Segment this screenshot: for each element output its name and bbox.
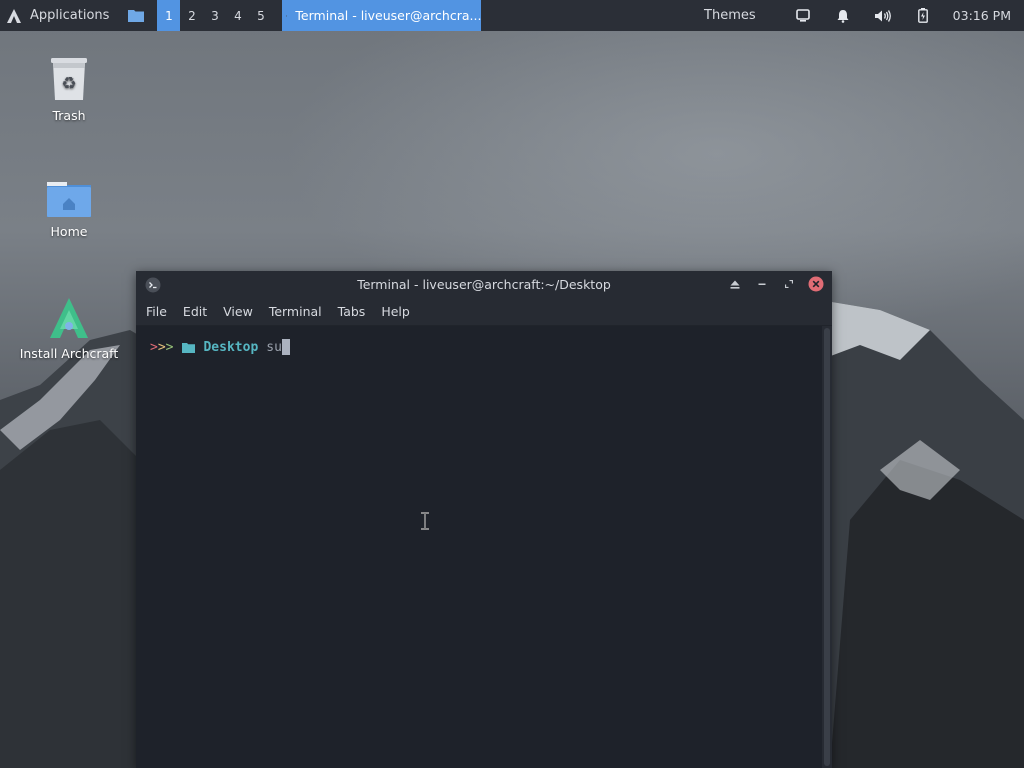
workspace-3[interactable]: 3 [203, 0, 226, 31]
applications-menu-button[interactable]: Applications [0, 0, 117, 31]
workspace-4[interactable]: 4 [226, 0, 249, 31]
trash-icon: ♻ [51, 58, 87, 100]
desktop-icon-label: Install Archcraft [19, 346, 119, 361]
svg-text:♻: ♻ [61, 74, 76, 94]
desktop-icon-label: Home [50, 224, 88, 239]
window-controls [716, 276, 824, 292]
folder-icon [128, 10, 145, 22]
command-input[interactable]: su [266, 340, 282, 355]
menu-tabs[interactable]: Tabs [330, 304, 374, 319]
terminal-scrollbar[interactable] [822, 326, 832, 768]
file-manager-launcher[interactable] [121, 0, 151, 31]
terminal-output-area[interactable]: >>> Desktop su [136, 326, 822, 768]
terminal-titlebar[interactable]: Terminal - liveuser@archcraft:~/Desktop [136, 271, 832, 298]
top-panel: Applications 1 2 3 4 5 Terminal - liveus… [0, 0, 1024, 31]
volume-icon [874, 9, 891, 22]
taskbar-terminal-label: Terminal - liveuser@archcra... [295, 8, 482, 23]
menu-terminal[interactable]: Terminal [261, 304, 330, 319]
prompt-arrows: >>> [150, 340, 173, 355]
workspace-1[interactable]: 1 [157, 0, 181, 31]
close-button[interactable] [808, 276, 824, 292]
prompt-arrow-3: > [165, 339, 174, 355]
notifications-button[interactable] [823, 0, 863, 31]
themes-button[interactable]: Themes [704, 8, 756, 23]
shell-prompt: >>> Desktop su [150, 339, 290, 355]
menu-help[interactable]: Help [373, 304, 418, 319]
close-icon [808, 276, 824, 292]
text-cursor [281, 339, 290, 355]
scrollbar-thumb[interactable] [824, 328, 830, 766]
display-tray-button[interactable] [783, 0, 823, 31]
display-icon [795, 9, 810, 22]
prompt-arrow-1: > [150, 339, 158, 355]
folder-icon [182, 342, 196, 353]
clock[interactable]: 03:16 PM [953, 8, 1011, 23]
archcraft-logo-icon [7, 8, 21, 23]
ibeam-cursor-icon [421, 512, 429, 530]
desktop-icon-home[interactable]: Home [14, 178, 124, 239]
archcraft-installer-icon [50, 298, 88, 338]
menu-file[interactable]: File [136, 304, 175, 319]
maximize-button[interactable] [781, 276, 797, 292]
terminal-menubar: File Edit View Terminal Tabs Help [136, 298, 832, 326]
home-folder-icon [47, 182, 91, 217]
taskbar-terminal-button[interactable]: Terminal - liveuser@archcra... [282, 0, 482, 31]
prompt-directory: Desktop [203, 339, 259, 355]
desktop-icon-label: Trash [52, 108, 86, 123]
volume-button[interactable] [863, 0, 903, 31]
menu-edit[interactable]: Edit [175, 304, 215, 319]
battery-button[interactable] [903, 0, 943, 31]
minimize-button[interactable] [754, 276, 770, 292]
shade-button[interactable] [727, 276, 743, 292]
panel-tray: Themes 03:16 PM [704, 0, 1024, 31]
minimize-icon [758, 283, 766, 285]
prompt-arrow-2: > [157, 339, 166, 355]
terminal-window: Terminal - liveuser@archcraft:~/Desktop [136, 271, 832, 768]
battery-icon [917, 8, 928, 23]
workspace-5[interactable]: 5 [249, 0, 272, 31]
desktop-icon-install-archcraft[interactable]: Install Archcraft [14, 296, 124, 361]
eject-icon [730, 280, 740, 289]
menu-view[interactable]: View [215, 304, 261, 319]
maximize-icon [785, 280, 793, 288]
desktop-icon-trash[interactable]: ♻ Trash [14, 56, 124, 123]
terminal-icon [286, 15, 288, 16]
workspace-switcher: 1 2 3 4 5 [157, 0, 272, 31]
bell-icon [837, 9, 849, 23]
applications-label: Applications [30, 8, 110, 23]
workspace-2[interactable]: 2 [180, 0, 203, 31]
